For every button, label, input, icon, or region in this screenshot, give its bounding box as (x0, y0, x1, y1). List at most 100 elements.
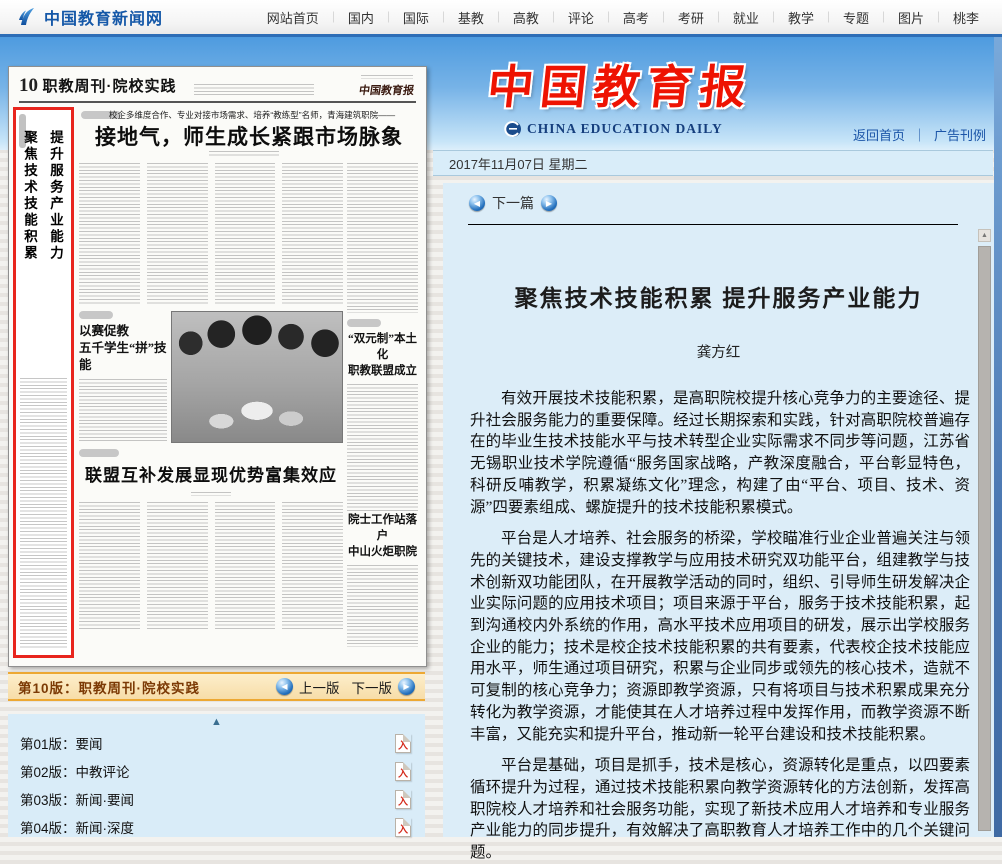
pdf-icon[interactable]: 入 (395, 818, 411, 837)
next-page-button[interactable]: ▶ (398, 678, 415, 695)
column-bodytext (347, 565, 418, 647)
scrollbar-up-button[interactable]: ▲ (978, 229, 991, 242)
article-nav: ◀ 下一篇 ▶ (443, 183, 994, 213)
menu-separator: ｜ (713, 9, 724, 25)
story-headline: 院士工作站落户 中山火炬职院 (347, 512, 418, 560)
menu-separator: ｜ (438, 9, 449, 25)
nav-divider (0, 34, 1002, 37)
highlighted-article-vertical-title: 提升服务产业能力 聚焦技术技能积累 (16, 130, 68, 380)
topnav-link-domestic[interactable]: 国内 (339, 8, 383, 27)
topnav-link-basic-edu[interactable]: 基教 (449, 8, 493, 27)
scroll-up-button[interactable]: ▲ (8, 714, 425, 729)
newspaper-section-title: 职教周刊·院校实践 (42, 78, 176, 95)
top-navigation-bar: 中国教育新闻网 网站首页｜ 国内｜ 国际｜ 基教｜ 高教｜ 评论｜ 高考｜ 考研… (0, 0, 1002, 35)
story-headline: 以赛促教 五千学生“拼”技能 (79, 323, 167, 374)
paper-subtitle: CHINA EDUCATION DAILY (527, 121, 723, 137)
newspaper-page-number: 10 (19, 75, 38, 96)
date-text: 2017年11月07日 星期二 (449, 154, 588, 173)
highlighted-article-bodytext (20, 378, 67, 650)
current-page-label: 第10版：职教周刊·院校实践 (18, 677, 200, 697)
paper-globe-icon (504, 120, 522, 138)
menu-separator: ｜ (493, 9, 504, 25)
newspaper-mini-logo: 中国教育报 (358, 82, 415, 98)
prev-page-link[interactable]: 上一版 (299, 677, 340, 697)
article-author: 龚方红 (443, 341, 994, 362)
page-link-03[interactable]: 第03版：新闻·要闻 (20, 789, 134, 809)
lead-story-headline: 接地气，师生成长紧跟市场脉象 (81, 121, 417, 151)
article-title: 聚焦技术技能积累 提升服务产业能力 (463, 279, 974, 313)
prev-article-button[interactable]: ◀ (469, 195, 485, 211)
arrow-right-icon: ▶ (546, 199, 552, 208)
menu-separator: ｜ (328, 9, 339, 25)
paper-title: 中国教育报 (485, 51, 757, 117)
story-headline: 联盟互补发展显现优势富集效应 (79, 461, 343, 486)
newspaper-text-columns (79, 502, 343, 630)
scrollbar-thumb[interactable] (978, 246, 991, 831)
next-page-link[interactable]: 下一版 (352, 677, 393, 697)
page-link-04[interactable]: 第04版：新闻·深度 (20, 817, 134, 837)
newspaper-text-columns (79, 163, 343, 305)
site-logo-text: 中国教育新闻网 (44, 5, 163, 29)
topnav-link-special[interactable]: 专题 (834, 8, 878, 27)
page-link-02[interactable]: 第02版：中教评论 (20, 761, 130, 781)
section-tag-icon (79, 311, 113, 319)
topnav-link-jobs[interactable]: 就业 (724, 8, 768, 27)
back-home-link[interactable]: 返回首页 (853, 125, 905, 144)
next-article-label[interactable]: 下一篇 (492, 193, 534, 213)
topnav-link-international[interactable]: 国际 (394, 8, 438, 27)
topnav-link-teaching[interactable]: 教学 (779, 8, 823, 27)
newspaper-photo (171, 311, 343, 443)
topnav-link-home[interactable]: 网站首页 (258, 8, 328, 27)
site-logo[interactable]: 中国教育新闻网 (16, 5, 163, 29)
story-bodytext (79, 379, 167, 441)
paper-subtitle-row: CHINA EDUCATION DAILY (504, 120, 723, 138)
page-list-item: 第03版：新闻·要闻 入 (8, 785, 425, 813)
story-byline (191, 492, 231, 496)
article-panel: ◀ 下一篇 ▶ 聚焦技术技能积累 提升服务产业能力 龚方红 有效开展技术技能积累… (443, 183, 994, 837)
story-alliance: 联盟互补发展显现优势富集效应 (79, 449, 343, 658)
column-bodytext (347, 163, 418, 313)
menu-separator: ｜ (768, 9, 779, 25)
page-list-item: 第01版：要闻 入 (8, 729, 425, 757)
section-tag-icon (347, 319, 381, 327)
arrow-up-icon: ▲ (981, 232, 988, 239)
article-paragraph: 平台是人才培养、社会服务的桥梁，学校瞄准行业企业普遍关注与领先的关键技术，建设支… (470, 528, 970, 745)
ad-rates-link[interactable]: 广告刊例 (934, 125, 986, 144)
current-page-bar: 第10版：职教周刊·院校实践 ◀ 上一版 下一版 ▶ (8, 672, 425, 701)
topnav-link-gaokao[interactable]: 高考 (614, 8, 658, 27)
date-bar: 2017年11月07日 星期二 (433, 150, 993, 176)
page-list-item: 第02版：中教评论 入 (8, 757, 425, 785)
topnav-link-comment[interactable]: 评论 (559, 8, 603, 27)
arrow-up-icon: ▲ (211, 716, 222, 728)
topnav-link-kaoyan[interactable]: 考研 (669, 8, 713, 27)
lead-story-byline (209, 151, 279, 156)
newspaper-right-column: “双元制”本土化 职教联盟成立 院士工作站落户 中山火炬职院 (347, 163, 418, 658)
pdf-icon[interactable]: 入 (395, 762, 411, 781)
section-tag-icon (79, 449, 119, 457)
site-logo-icon (16, 6, 38, 28)
masthead-links: 返回首页 ｜ 广告刊例 (853, 125, 986, 144)
prev-page-button[interactable]: ◀ (276, 678, 293, 695)
menu-separator: ｜ (658, 9, 669, 25)
topnav-link-taoli[interactable]: 桃李 (944, 8, 988, 27)
article-scrollbar: ▲ (978, 229, 991, 837)
newspaper-page-preview[interactable]: 10 职教周刊·院校实践 中国教育报 提升服务产业能力 聚焦技术技能积累 校企多… (8, 66, 427, 667)
newspaper-mini-dateline (361, 75, 413, 79)
story-skills-competition: 以赛促教 五千学生“拼”技能 (79, 311, 167, 445)
article-divider (468, 224, 958, 225)
menu-separator: ｜ (878, 9, 889, 25)
arrow-right-icon: ▶ (403, 682, 409, 691)
pdf-icon[interactable]: 入 (395, 790, 411, 809)
topnav-link-photos[interactable]: 图片 (889, 8, 933, 27)
next-article-button[interactable]: ▶ (541, 195, 557, 211)
menu-separator: ｜ (603, 9, 614, 25)
page-link-01[interactable]: 第01版：要闻 (20, 733, 103, 753)
lead-story-kicker: 校企多维度合作、专业对接市场需求、培养“教练型”名师，青海建筑职院—— (87, 109, 417, 121)
pdf-icon[interactable]: 入 (395, 734, 411, 753)
article-body: 有效开展技术技能积累，是高职院校提升核心竞争力的主要途径、提升社会服务能力的重要… (470, 388, 970, 864)
highlighted-article-region[interactable]: 提升服务产业能力 聚焦技术技能积累 (13, 107, 74, 658)
topnav-link-higher-edu[interactable]: 高教 (504, 8, 548, 27)
menu-separator: ｜ (933, 9, 944, 25)
story-headline: “双元制”本土化 职教联盟成立 (347, 331, 418, 379)
menu-separator: ｜ (383, 9, 394, 25)
